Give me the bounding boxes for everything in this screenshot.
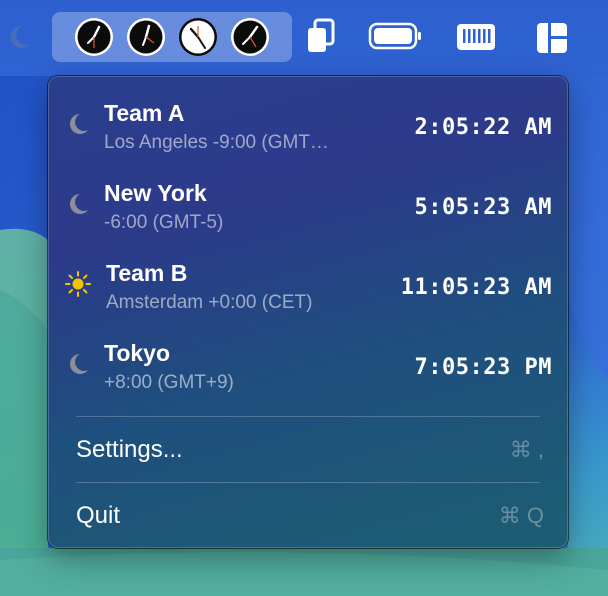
moon-icon: [70, 354, 88, 374]
moon-icon[interactable]: [4, 22, 34, 52]
timezone-name: Tokyo: [104, 340, 171, 366]
world-clock-dropdown: Team A Los Angeles -9:00 (GMT… 2:05:22 A…: [48, 76, 568, 548]
clock-icon: [75, 18, 113, 56]
timezone-row[interactable]: New York -6:00 (GMT-5) 5:05:23 AM: [48, 166, 568, 246]
quit-menu-item[interactable]: Quit ⌘ Q: [48, 488, 568, 544]
clipboard-icon[interactable]: [304, 16, 338, 60]
quit-label: Quit: [76, 502, 121, 529]
timezone-detail: -6:00 (GMT-5): [104, 212, 224, 233]
timezone-detail: Los Angeles -9:00 (GMT…: [104, 132, 329, 153]
window-layout-icon[interactable]: [534, 16, 570, 60]
memory-icon[interactable]: [454, 16, 498, 60]
timezone-detail: Amsterdam +0:00 (CET): [106, 292, 313, 313]
sun-icon: [65, 271, 91, 297]
settings-label: Settings...: [76, 436, 183, 463]
timezone-name: Team B: [106, 260, 188, 286]
clock-icon: [231, 18, 269, 56]
timezone-row[interactable]: Team B Amsterdam +0:00 (CET) 11:05:23 AM: [48, 246, 568, 326]
moon-icon: [70, 114, 88, 134]
timezone-detail: +8:00 (GMT+9): [104, 372, 234, 393]
timezone-name: Team A: [104, 100, 185, 126]
clock-icon: [179, 18, 217, 56]
menu-bar: [0, 0, 608, 76]
timezone-time: 2:05:22 AM: [414, 115, 552, 140]
moon-icon: [70, 194, 88, 214]
settings-shortcut: ⌘ ,: [509, 437, 544, 462]
timezone-row[interactable]: Team A Los Angeles -9:00 (GMT… 2:05:22 A…: [48, 86, 568, 166]
menu-divider: [76, 482, 540, 483]
menu-divider: [76, 416, 540, 417]
timezone-time: 5:05:23 AM: [414, 195, 552, 220]
clock-icon: [127, 18, 165, 56]
settings-menu-item[interactable]: Settings... ⌘ ,: [48, 422, 568, 478]
timezone-time: 7:05:23 PM: [414, 355, 552, 380]
world-clock-menu-extra[interactable]: [52, 12, 292, 62]
timezone-time: 11:05:23 AM: [400, 275, 552, 300]
quit-shortcut: ⌘ Q: [498, 503, 544, 528]
timezone-row[interactable]: Tokyo +8:00 (GMT+9) 7:05:23 PM: [48, 326, 568, 406]
timezone-name: New York: [104, 180, 207, 206]
battery-icon[interactable]: [368, 16, 422, 60]
